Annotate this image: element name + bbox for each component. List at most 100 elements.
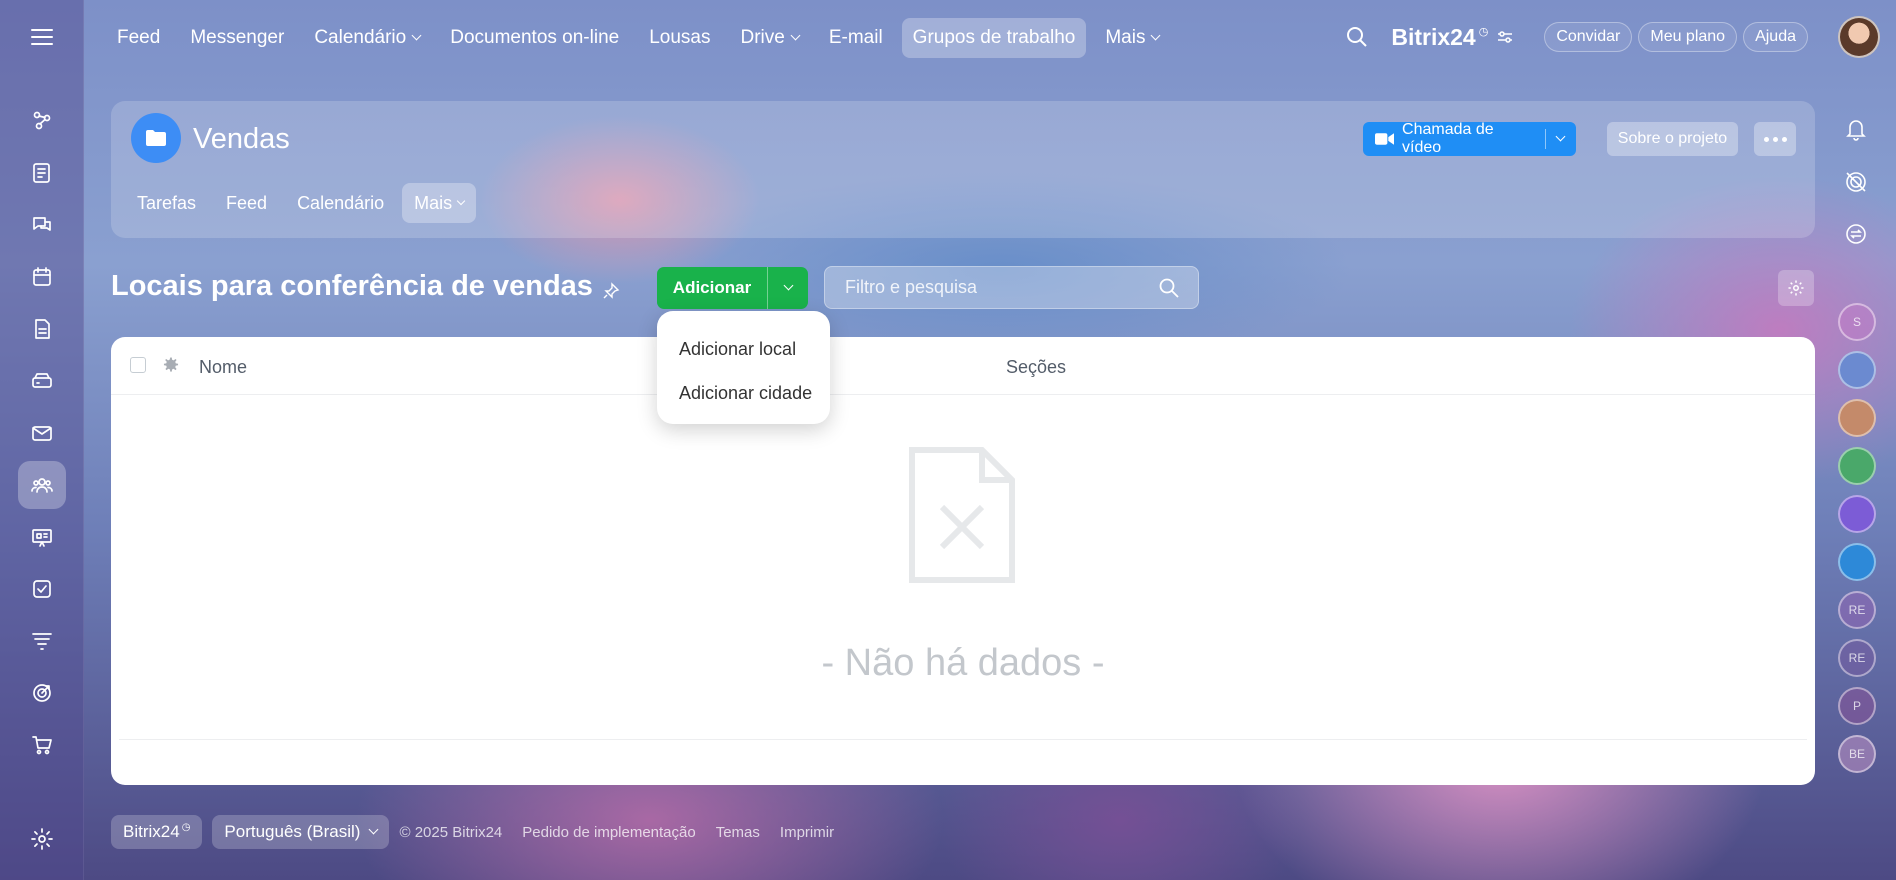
rail-item-messenger[interactable] [18,201,66,249]
rail-item-settings[interactable] [18,815,66,863]
chat-avatar[interactable]: RE [1838,639,1876,677]
chat-avatar[interactable]: BE [1838,735,1876,773]
select-all-checkbox[interactable] [130,357,146,373]
project-tab[interactable]: Feed [214,183,279,223]
chat-avatar[interactable] [1838,351,1876,389]
column-header-sections[interactable]: Seções [1006,357,1066,378]
rail-item-calendar[interactable] [18,253,66,301]
dropdown-option[interactable]: Adicionar local [657,327,830,371]
search-input[interactable] [845,277,1145,298]
top-nav-item[interactable]: Lousas [638,18,721,58]
language-label: Português (Brasil) [224,822,361,841]
about-project-button[interactable]: Sobre o projeto [1607,122,1738,156]
calendar-icon [33,267,51,286]
copilot-button[interactable] [1841,167,1871,197]
rail-item-drive[interactable] [18,357,66,405]
rail-item-workgroups[interactable] [18,461,66,509]
top-nav-item[interactable]: Mais [1094,18,1170,58]
footer-brand-button[interactable]: Bitrix24 ◷ [111,815,203,849]
rail-item-crm[interactable] [18,97,66,145]
footer-copyright: © 2025 Bitrix24 [399,823,503,841]
project-avatar[interactable] [131,113,181,163]
my-plan-button[interactable]: Meu plano [1638,22,1738,52]
project-title[interactable]: Vendas [193,123,290,156]
top-nav-item[interactable]: Documentos on-line [439,18,630,58]
gear-icon[interactable] [162,356,180,374]
footer-link-implementation[interactable]: Pedido de implementação [522,824,695,841]
task-icon [33,580,51,598]
video-call-dropdown[interactable] [1546,131,1576,142]
user-avatar[interactable] [1838,16,1880,58]
sync-button[interactable] [1841,219,1871,249]
top-nav-item[interactable]: Feed [106,18,171,58]
brand-logo[interactable]: Bitrix24 ◷ [1391,24,1514,51]
page-title: Locais para conferência de vendas [111,270,593,302]
camera-icon [1375,133,1395,145]
clock-icon: ◷ [1478,25,1489,38]
top-nav: Feed Messenger Calendário Documentos on-lin… [106,18,1178,58]
brand-name: Bitrix24 [1391,23,1476,50]
news-icon [33,163,50,183]
rail-item-feed[interactable] [18,149,66,197]
gear-icon [1788,280,1804,296]
language-selector[interactable]: Português (Brasil) [212,815,390,849]
project-more-button[interactable] [1754,122,1796,156]
rail-item-filters[interactable] [18,617,66,665]
chat-avatar[interactable] [1838,543,1876,581]
rail-item-shop[interactable] [18,721,66,769]
chevron-down-icon [369,824,379,835]
chevron-down-icon [1151,30,1161,41]
top-bar: Feed Messenger Calendário Documentos on-lin… [84,0,1896,74]
board-icon [32,529,52,547]
clock-icon: ◷ [181,821,191,833]
top-nav-item[interactable]: Calendário [303,18,431,58]
search-icon[interactable] [1343,23,1371,51]
project-tab-label: Tarefas [137,192,197,213]
video-call-label: Chamada de vídeo [1402,121,1494,156]
column-header-name[interactable]: Nome [199,357,247,378]
spiral-icon [1846,172,1866,192]
settings-sliders-icon[interactable] [1496,28,1514,46]
rail-item-documents[interactable] [18,305,66,353]
dropdown-option[interactable]: Adicionar cidade [657,371,830,415]
cart-icon [32,736,52,755]
chat-avatar[interactable] [1838,447,1876,485]
add-button[interactable]: Adicionar [657,267,808,309]
filter-search[interactable] [824,266,1199,309]
help-button[interactable]: Ajuda [1743,22,1808,52]
notifications-button[interactable] [1841,114,1871,144]
add-dropdown-toggle[interactable] [767,267,808,309]
top-nav-label: E-mail [828,27,883,48]
grid-settings-button[interactable] [1778,270,1814,306]
search-icon[interactable] [1158,277,1180,299]
pin-icon[interactable] [602,282,620,300]
top-nav-label: Grupos de trabalho [912,27,1076,48]
project-tab[interactable]: Calendário [285,183,396,223]
chevron-down-icon [783,280,793,291]
video-call-button[interactable]: Chamada de vídeo [1363,121,1576,156]
top-nav-item[interactable]: E-mail [818,18,894,58]
chat-avatar[interactable]: S [1838,303,1876,341]
chat-avatar[interactable] [1838,495,1876,533]
footer-link-themes[interactable]: Temas [716,824,760,841]
top-nav-item[interactable]: Messenger [179,18,295,58]
menu-icon[interactable] [28,26,56,48]
target-icon [33,684,51,702]
rail-item-boards[interactable] [18,513,66,561]
chat-avatar[interactable] [1838,399,1876,437]
rail-item-tasks[interactable] [18,565,66,613]
invite-button[interactable]: Convidar [1544,22,1633,52]
top-nav-label: Feed [117,27,161,48]
project-tab[interactable]: Tarefas [125,183,208,223]
rail-item-goals[interactable] [18,669,66,717]
chat-avatar[interactable]: RE [1838,591,1876,629]
project-tab[interactable]: Mais [402,183,477,223]
top-nav-item[interactable]: Drive [729,18,809,58]
crm-icon [33,111,51,130]
footer: Bitrix24 ◷ Português (Brasil) © 2025 Bitr… [111,815,854,849]
rail-item-mail[interactable] [18,409,66,457]
left-sidebar [0,0,84,880]
top-nav-item[interactable]: Grupos de trabalho [901,18,1087,58]
footer-link-print[interactable]: Imprimir [780,824,834,841]
chat-avatar[interactable]: P [1838,687,1876,725]
